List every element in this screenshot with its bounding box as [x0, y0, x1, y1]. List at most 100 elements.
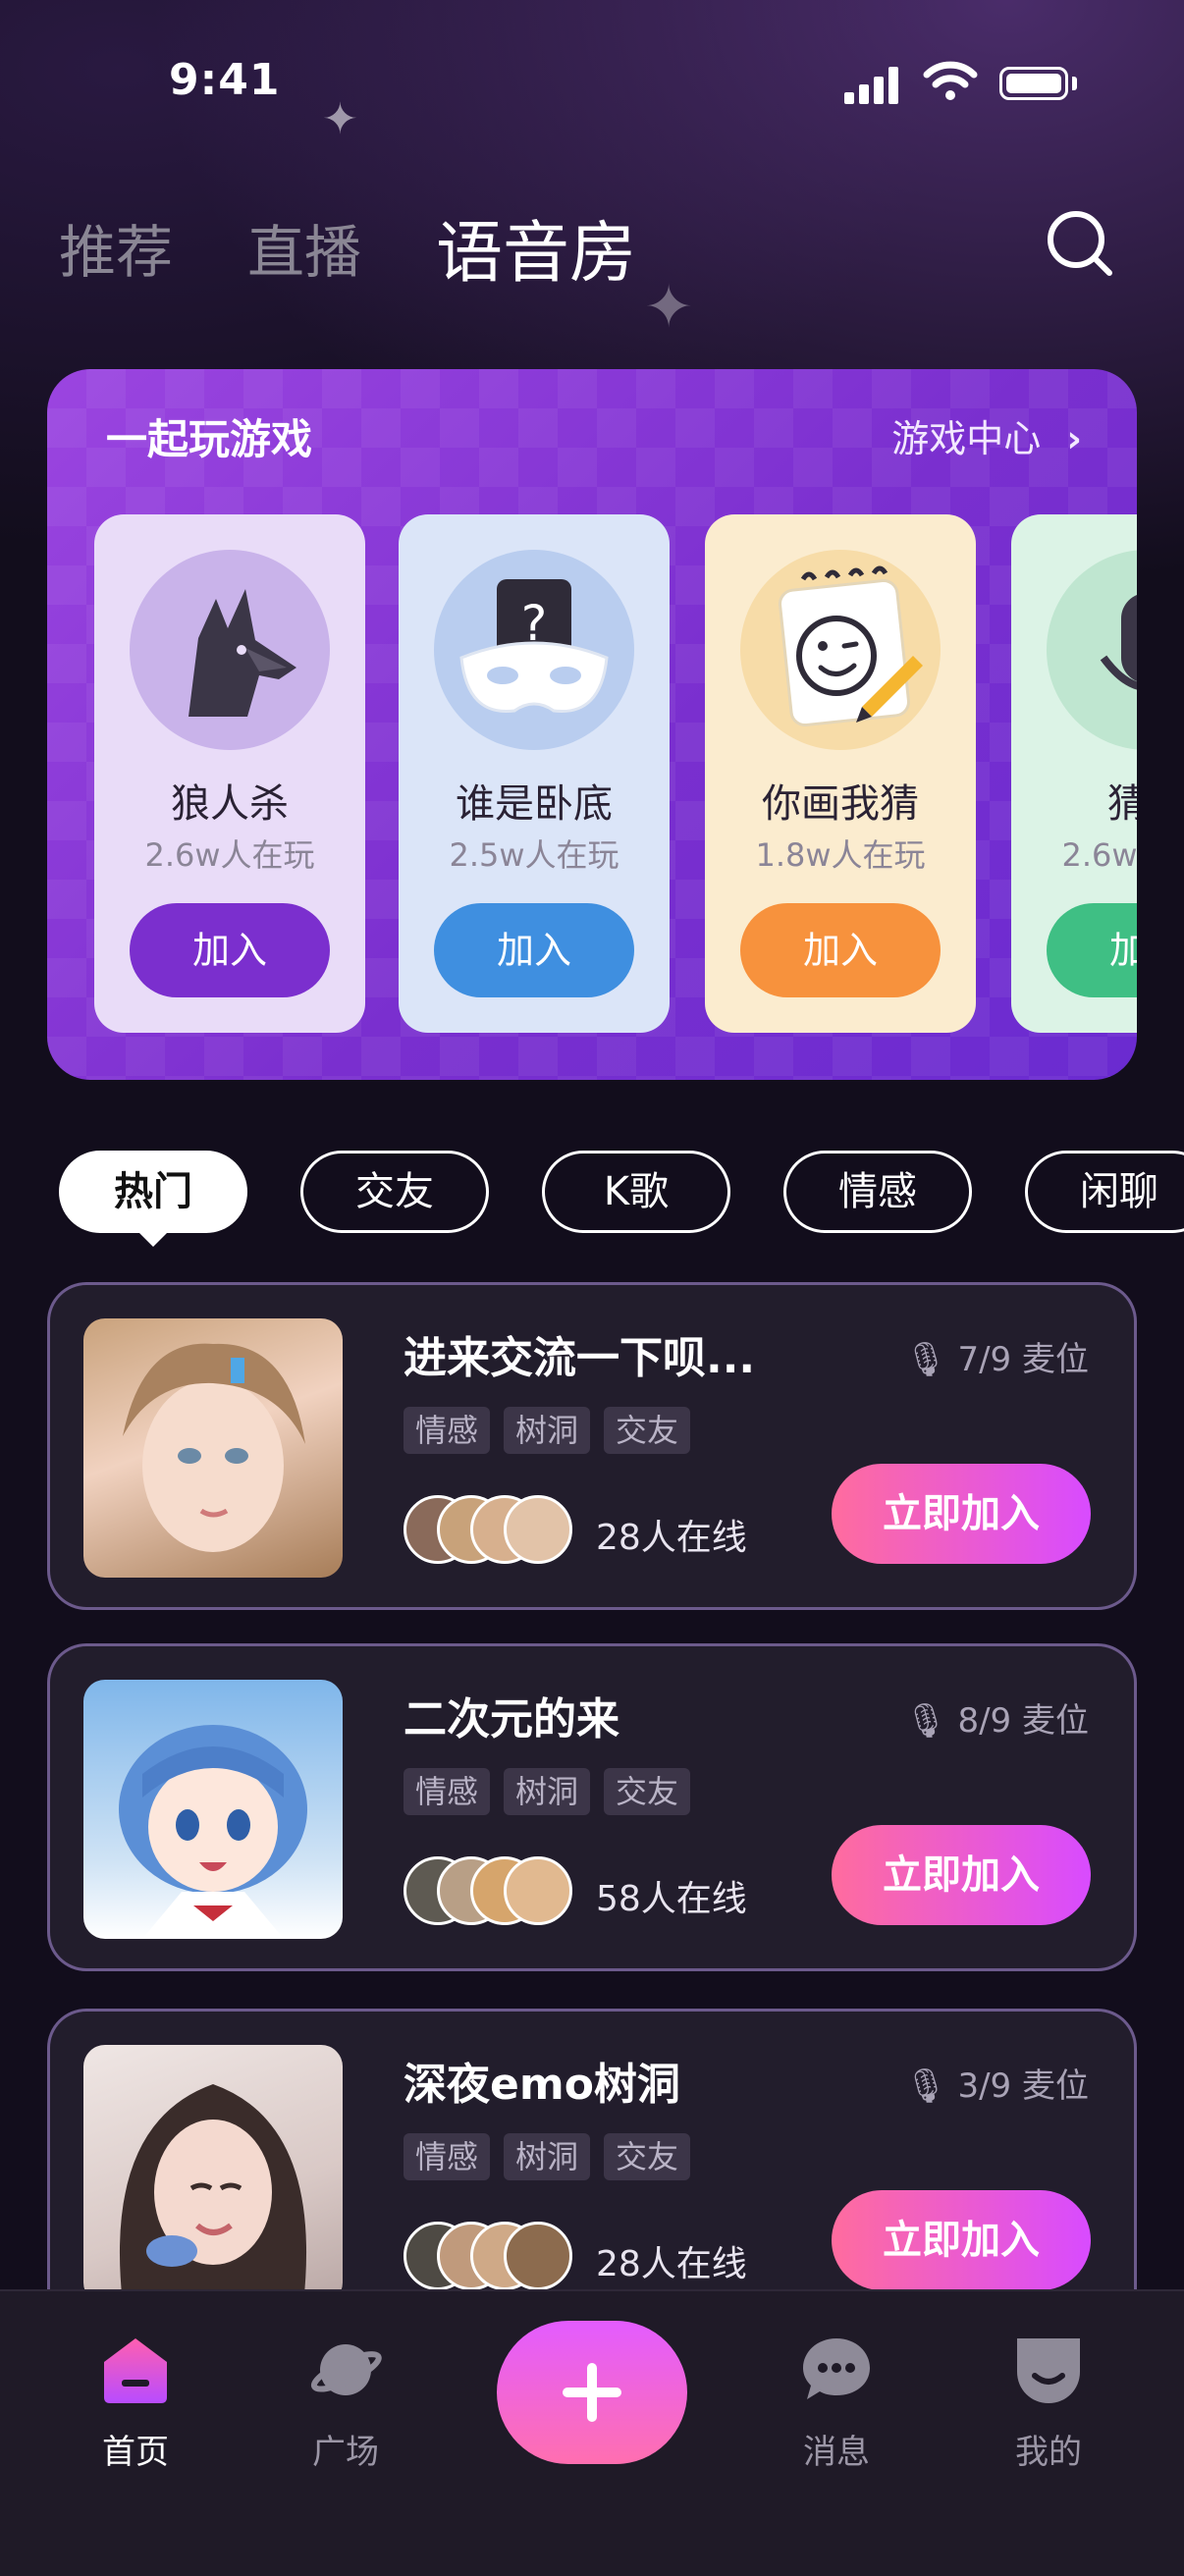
room-online-count: 28人在线	[596, 2244, 747, 2284]
nav-label: 我的	[1015, 2433, 1082, 2472]
room-online-count: 58人在线	[596, 1879, 747, 1919]
online-avatars	[404, 1495, 580, 1570]
room-tags: 情感 树洞 交友	[404, 1407, 704, 1454]
chip-hot[interactable]: 热门	[59, 1151, 247, 1233]
status-bar: 9:41	[0, 0, 1184, 147]
avatar	[504, 2222, 572, 2290]
room-tag: 树洞	[504, 1768, 591, 1815]
nav-home[interactable]: 首页	[57, 2333, 214, 2473]
microphone-icon: 🎙	[904, 1340, 947, 1379]
game-card-werewolf[interactable]: 狼人杀 2.6w人在玩 加入	[94, 514, 365, 1033]
room-tag: 交友	[604, 2133, 691, 2180]
sparkle-icon: ✦	[644, 273, 694, 342]
game-name: 你画我猜	[762, 781, 919, 827]
nav-label: 首页	[102, 2433, 169, 2472]
tab-voice-room[interactable]: 语音房	[436, 198, 636, 295]
microphone-icon	[1047, 550, 1137, 750]
room-tag: 情感	[404, 1407, 491, 1454]
games-section-title: 一起玩游戏	[106, 415, 313, 463]
online-avatars	[404, 2222, 580, 2296]
room-tag: 树洞	[504, 2133, 591, 2180]
join-room-button[interactable]: 立即加入	[832, 1825, 1091, 1925]
active-chip-pointer	[135, 1229, 171, 1247]
home-icon	[98, 2333, 173, 2407]
avatar	[504, 1856, 572, 1925]
room-title: 深夜emo树洞	[404, 2060, 680, 2110]
wifi-icon	[923, 61, 978, 100]
room-cover-image	[83, 2045, 343, 2304]
room-tag: 情感	[404, 2133, 491, 2180]
join-room-button[interactable]: 立即加入	[832, 1464, 1091, 1564]
battery-icon	[999, 67, 1068, 100]
nav-profile[interactable]: 我的	[970, 2333, 1127, 2473]
room-tags: 情感 树洞 交友	[404, 1768, 704, 1815]
game-name: 谁是卧底	[456, 781, 613, 827]
drawing-pad-icon	[740, 550, 941, 750]
nav-label: 消息	[803, 2433, 870, 2472]
category-chips: 热门 交友 K歌 情感 闲聊	[59, 1151, 1184, 1239]
room-tag: 树洞	[504, 1407, 591, 1454]
room-card[interactable]: 深夜emo树洞 🎙 3/9 麦位 情感 树洞 交友 28人在线 立即加入	[47, 2009, 1137, 2336]
status-time: 9:41	[169, 55, 281, 105]
room-card[interactable]: 二次元的来 🎙 8/9 麦位 情感 树洞 交友 58人在线 立即加入	[47, 1643, 1137, 1971]
room-seats-value: 8/9 麦位	[957, 1701, 1089, 1741]
game-card-draw-guess[interactable]: 你画我猜 1.8w人在玩 加入	[705, 514, 976, 1033]
room-card[interactable]: 进来交流一下呗... 🎙 7/9 麦位 情感 树洞 交友 28人在线 立即加入	[47, 1282, 1137, 1610]
join-game-button[interactable]: 加入	[740, 903, 941, 997]
room-title: 二次元的来	[404, 1694, 619, 1744]
plus-icon	[563, 2363, 621, 2422]
planet-icon	[308, 2333, 383, 2407]
join-game-button[interactable]: 加入	[434, 903, 634, 997]
join-game-button[interactable]: 加入	[1047, 903, 1137, 997]
chip-karaoke[interactable]: K歌	[542, 1151, 730, 1233]
room-seats: 🎙 3/9 麦位	[904, 2059, 1089, 2107]
online-avatars	[404, 1856, 580, 1931]
avatar	[504, 1495, 572, 1564]
games-section: 一起玩游戏 游戏中心 › 狼人杀 2.6w人在玩 加入 ? 谁是卧底 2.5w人…	[47, 369, 1137, 1080]
tab-live[interactable]: 直播	[247, 206, 361, 289]
cellular-signal-icon	[844, 65, 903, 104]
room-cover-image	[83, 1680, 343, 1939]
game-player-count: 2.5w人在玩	[449, 836, 619, 874]
room-seats-value: 7/9 麦位	[957, 1340, 1089, 1379]
battery-tip	[1072, 77, 1077, 90]
wolf-icon	[130, 550, 330, 750]
room-tag: 交友	[604, 1407, 691, 1454]
room-tag: 交友	[604, 1768, 691, 1815]
room-title: 进来交流一下呗...	[404, 1333, 756, 1383]
chip-chat[interactable]: 闲聊	[1025, 1151, 1184, 1233]
search-icon[interactable]	[1045, 208, 1115, 279]
nav-messages[interactable]: 消息	[758, 2333, 915, 2473]
join-game-button[interactable]: 加入	[130, 903, 330, 997]
game-name: 猜歌	[1107, 781, 1137, 827]
microphone-icon: 🎙	[904, 1701, 947, 1741]
chip-friends[interactable]: 交友	[300, 1151, 489, 1233]
game-player-count: 2.6w人在玩	[144, 836, 315, 874]
room-tags: 情感 树洞 交友	[404, 2133, 704, 2180]
profile-face-icon	[1011, 2333, 1086, 2407]
chip-emotion[interactable]: 情感	[783, 1151, 972, 1233]
create-room-button[interactable]	[497, 2321, 687, 2464]
join-room-button[interactable]: 立即加入	[832, 2190, 1091, 2290]
nav-plaza[interactable]: 广场	[267, 2333, 424, 2473]
game-player-count: 1.8w人在玩	[755, 836, 926, 874]
room-cover-image	[83, 1318, 343, 1578]
game-player-count: 2.6w人在玩	[1061, 836, 1137, 874]
chat-bubble-icon	[799, 2333, 874, 2407]
room-tag: 情感	[404, 1768, 491, 1815]
game-card-undercover[interactable]: ? 谁是卧底 2.5w人在玩 加入	[399, 514, 670, 1033]
mask-icon: ?	[434, 550, 634, 750]
room-seats: 🎙 7/9 麦位	[904, 1332, 1089, 1380]
nav-label: 广场	[312, 2433, 379, 2472]
games-scroller[interactable]: 狼人杀 2.6w人在玩 加入 ? 谁是卧底 2.5w人在玩 加入 你画我猜 1.…	[94, 514, 1137, 1035]
room-seats-value: 3/9 麦位	[957, 2066, 1089, 2106]
room-online-count: 28人在线	[596, 1518, 747, 1558]
game-center-link[interactable]: 游戏中心 ›	[891, 408, 1082, 462]
room-seats: 🎙 8/9 麦位	[904, 1693, 1089, 1742]
tab-recommend[interactable]: 推荐	[59, 206, 173, 289]
game-card-guess-song[interactable]: 猜歌 2.6w人在玩 加入	[1011, 514, 1137, 1033]
microphone-icon: 🎙	[904, 2066, 947, 2106]
chevron-right-icon: ›	[1066, 417, 1082, 460]
game-name: 狼人杀	[171, 781, 289, 827]
bottom-navigation: 首页 广场 消息 我的	[0, 2289, 1184, 2576]
